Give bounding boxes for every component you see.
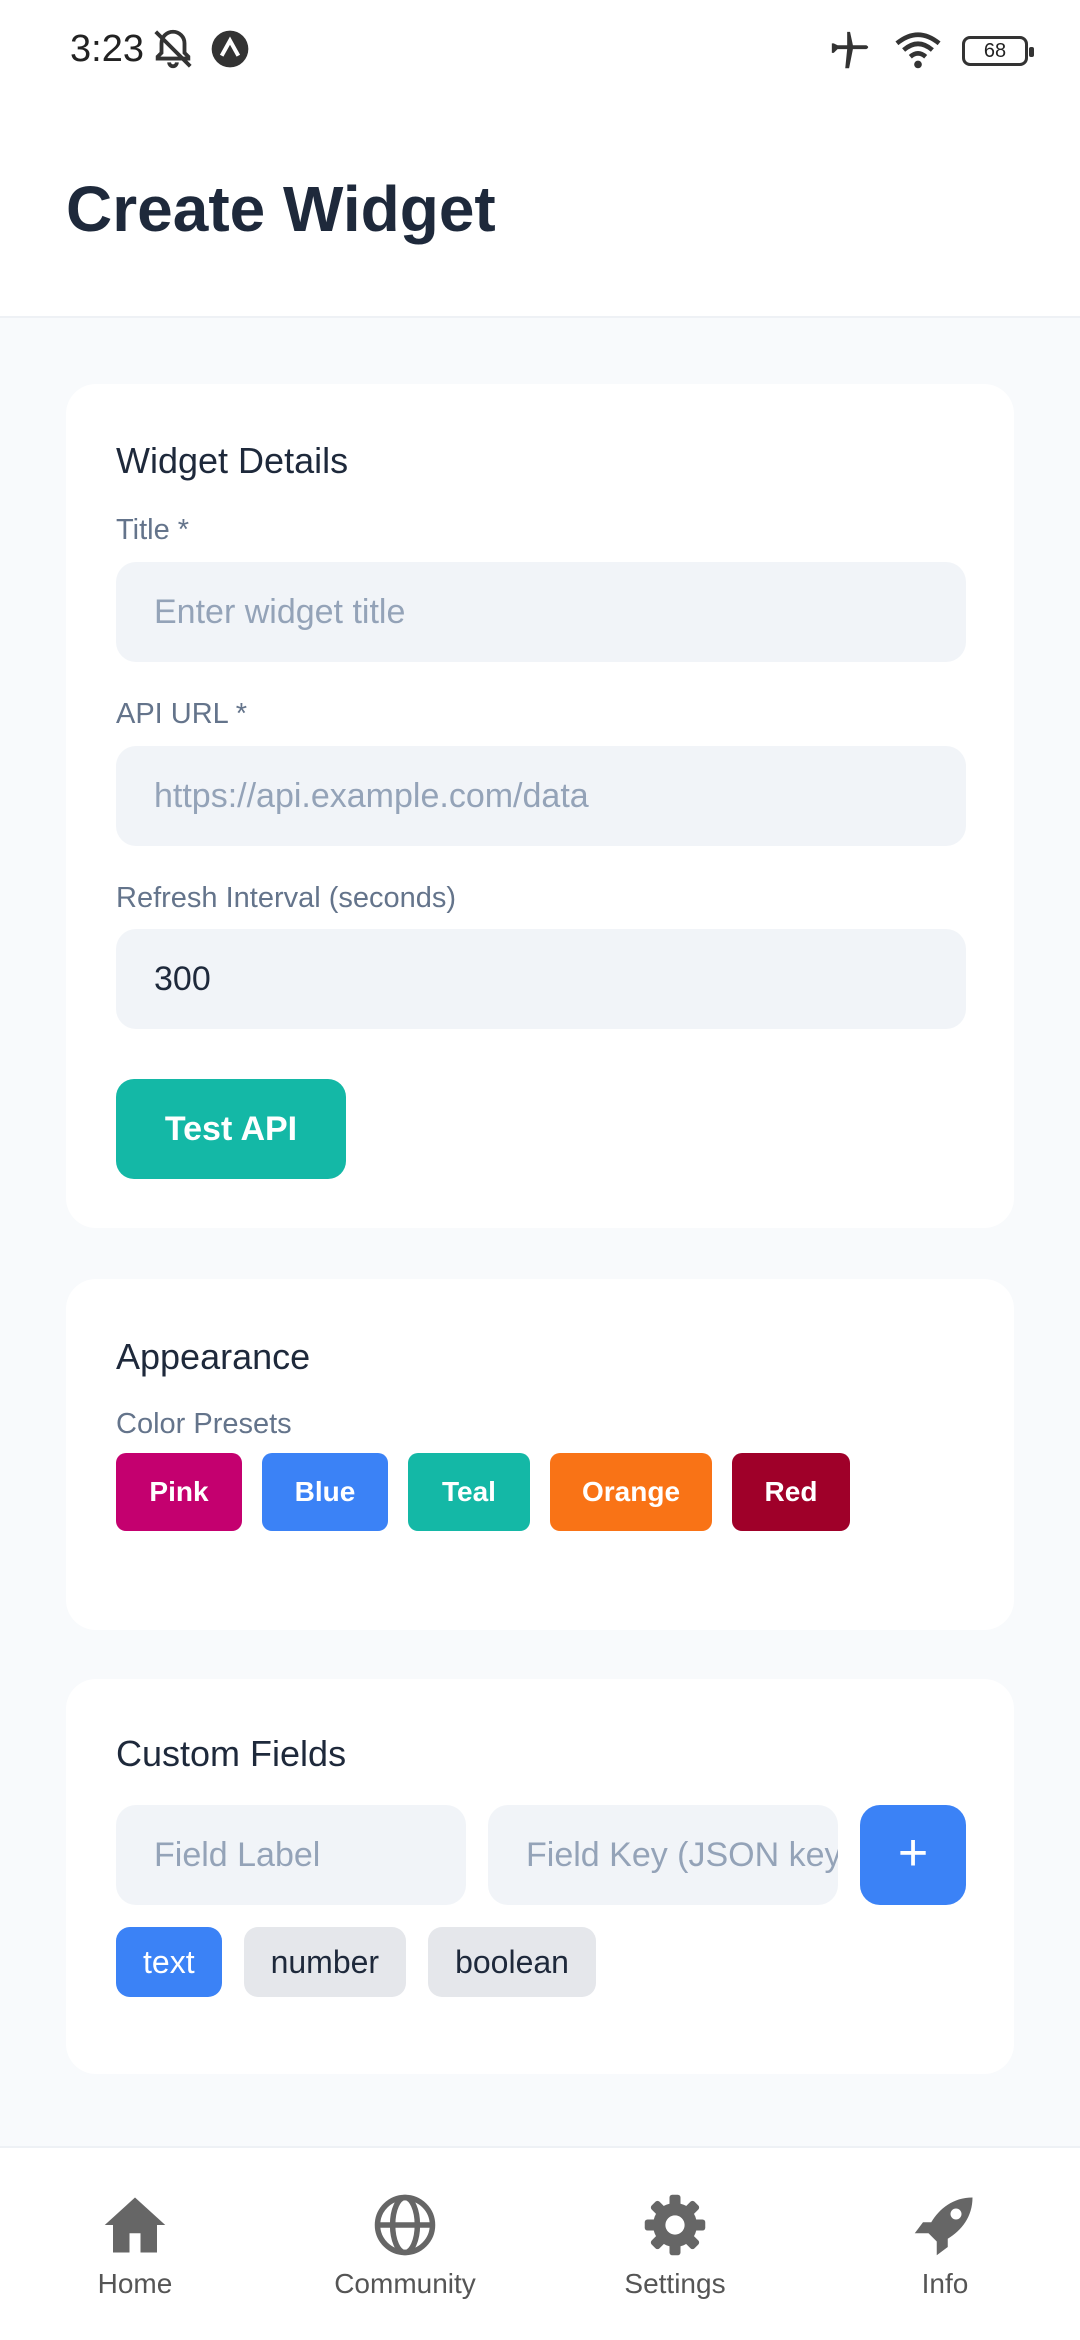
wifi-icon [895, 32, 941, 69]
muted-bell-icon [154, 29, 192, 69]
nav-info[interactable]: Info [845, 2192, 1045, 2300]
refresh-interval-label: Refresh Interval (seconds) [116, 882, 457, 914]
type-number-option[interactable]: number [243, 1927, 407, 1997]
type-text-option[interactable]: text [116, 1927, 222, 1997]
nav-settings[interactable]: Settings [575, 2192, 775, 2300]
nav-label: Community [334, 2268, 476, 2299]
page-title: Create Widget [66, 173, 496, 245]
nav-community[interactable]: Community [305, 2192, 505, 2300]
preset-orange-button[interactable]: Orange [550, 1453, 712, 1531]
airplane-icon [831, 31, 869, 69]
api-url-label: API URL * [116, 698, 248, 730]
custom-fields-card: Custom Fields Field Label Field Key (JSO… [66, 1679, 1014, 2074]
battery-indicator: 68 [962, 36, 1034, 66]
card-title: Custom Fields [116, 1733, 347, 1774]
field-key-input[interactable]: Field Key (JSON key) [488, 1805, 838, 1905]
card-title: Widget Details [116, 440, 349, 481]
preset-blue-button[interactable]: Blue [262, 1453, 388, 1531]
nav-home[interactable]: Home [35, 2192, 235, 2300]
gear-icon [644, 2194, 706, 2256]
test-api-button[interactable]: Test API [116, 1079, 346, 1179]
refresh-interval-input[interactable]: 300 [116, 929, 966, 1029]
custom-field-row: Field Label Field Key (JSON key) + [116, 1805, 966, 1905]
preset-pink-button[interactable]: Pink [116, 1453, 242, 1531]
card-title: Appearance [116, 1336, 311, 1377]
nav-label: Settings [624, 2268, 726, 2299]
preset-red-button[interactable]: Red [732, 1453, 850, 1531]
preset-teal-button[interactable]: Teal [408, 1453, 530, 1531]
color-presets: Pink Blue Teal Orange Red [116, 1453, 850, 1531]
api-url-input[interactable]: https://api.example.com/data [116, 746, 966, 846]
title-label: Title * [116, 514, 190, 546]
add-field-button[interactable]: + [860, 1805, 966, 1905]
appearance-card: Appearance Color Presets Pink Blue Teal … [66, 1279, 1014, 1630]
status-bar: 3:23 68 [0, 0, 1080, 100]
widget-details-card: Widget Details Title * Enter widget titl… [66, 384, 1014, 1228]
field-type-selector: text number boolean [116, 1927, 596, 1997]
app-header: Create Widget [0, 100, 1080, 318]
status-time: 3:23 [70, 28, 144, 70]
nav-label: Home [97, 2268, 173, 2299]
home-icon [104, 2197, 166, 2253]
field-label-input[interactable]: Field Label [116, 1805, 466, 1905]
type-boolean-option[interactable]: boolean [428, 1927, 596, 1997]
globe-icon [374, 2194, 436, 2256]
app-notification-icon [211, 30, 249, 68]
bottom-nav: Home Community Settings Info [0, 2146, 1080, 2340]
nav-label: Info [921, 2268, 969, 2299]
title-input[interactable]: Enter widget title [116, 562, 966, 662]
color-presets-label: Color Presets [116, 1408, 292, 1440]
rocket-icon [914, 2197, 973, 2256]
